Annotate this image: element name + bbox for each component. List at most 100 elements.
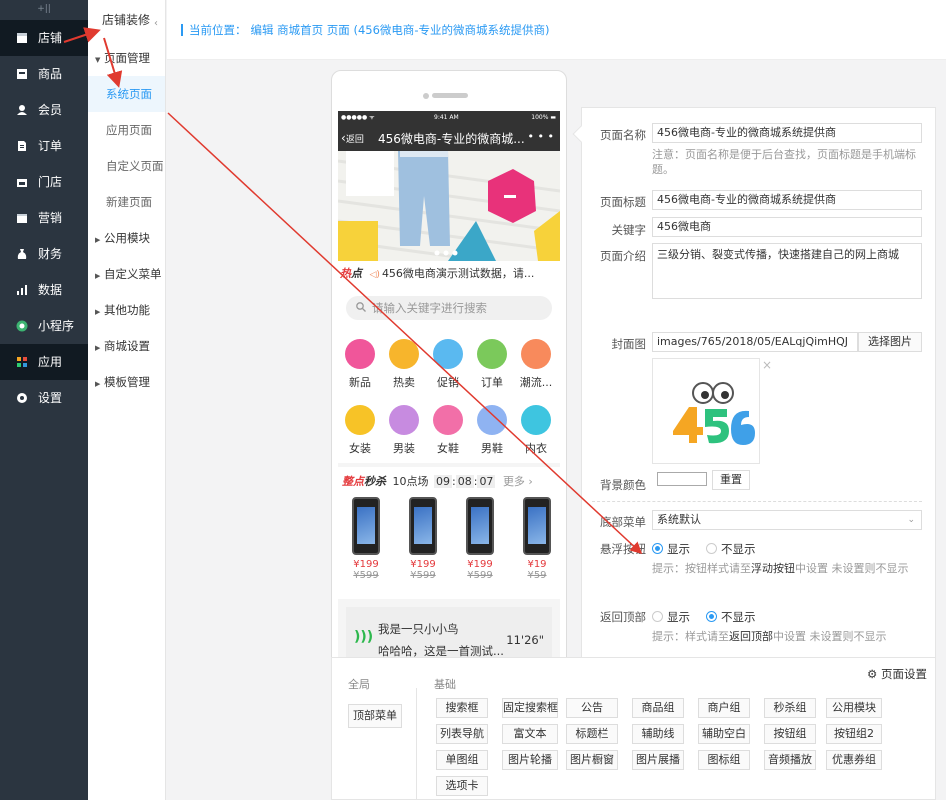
sidebar-item-label: 营销 xyxy=(38,211,63,225)
subnav-item-custom-pages[interactable]: 自定义页面 xyxy=(88,148,165,184)
back-to-top-link[interactable]: 返回顶部 xyxy=(729,630,773,643)
phone-nav-bar: ‹返回 456微电商-专业的微商城... • • • xyxy=(338,125,560,151)
banner-carousel[interactable] xyxy=(338,151,560,261)
intro-textarea[interactable]: 三级分销、裂变式传播，快速搭建自己的网上商城 xyxy=(652,243,922,299)
subnav-item-system-pages[interactable]: 系统页面 xyxy=(88,76,165,112)
top-hide-radio[interactable]: 不显示 xyxy=(706,609,756,625)
sidebar-item-shop[interactable]: 门店 xyxy=(0,164,88,200)
category-underwear[interactable]: 内衣 xyxy=(514,405,558,456)
remove-cover-icon[interactable]: × xyxy=(762,358,772,372)
sidebar-item-goods[interactable]: 商品 xyxy=(0,56,88,92)
keyword-input[interactable]: 456微电商 xyxy=(652,217,922,237)
component-button[interactable]: 商户组 xyxy=(698,698,750,718)
component-button[interactable]: 单图组 xyxy=(436,750,488,770)
category-womens-shoes[interactable]: 女鞋 xyxy=(426,405,470,456)
subnav-item-new-page[interactable]: 新建页面 xyxy=(88,184,165,220)
page-name-input[interactable]: 456微电商-专业的微商城系统提供商 xyxy=(652,123,922,143)
category-promo[interactable]: 促销 xyxy=(426,339,470,390)
sidebar-item-data[interactable]: 数据 xyxy=(0,272,88,308)
status-time: 9:41 AM xyxy=(434,114,459,121)
component-button[interactable]: 公用模块 xyxy=(826,698,882,718)
float-show-radio[interactable]: 显示 xyxy=(652,541,690,557)
category-womens[interactable]: 女装 xyxy=(338,405,382,456)
seckill-product[interactable]: ¥19 ¥59 xyxy=(515,497,559,581)
seckill-title-a: 整点 xyxy=(342,475,364,488)
component-button[interactable]: 按钮组2 xyxy=(826,724,882,744)
subnav-group-common-modules[interactable]: ▶ 公用模块 xyxy=(88,220,165,256)
choose-image-button[interactable]: 选择图片 xyxy=(858,332,922,352)
bg-color-swatch[interactable] xyxy=(657,472,707,486)
component-button[interactable]: 列表导航 xyxy=(436,724,488,744)
component-top-menu[interactable]: 顶部菜单 xyxy=(348,704,402,728)
top-show-radio[interactable]: 显示 xyxy=(652,609,690,625)
breadcrumb-path[interactable]: 编辑 商城首页 页面 (456微电商-专业的微商城系统提供商) xyxy=(251,23,550,37)
component-button[interactable]: 图标组 xyxy=(698,750,750,770)
component-button[interactable]: 辅助线 xyxy=(632,724,684,744)
sidebar-item-order[interactable]: 订单 xyxy=(0,128,88,164)
breadcrumb-label: 当前位置： xyxy=(189,23,247,37)
float-hide-radio[interactable]: 不显示 xyxy=(706,541,756,557)
back-button[interactable]: ‹返回 xyxy=(341,131,364,145)
notice-bar[interactable]: 热点 ◁) 456微电商演示测试数据，请... xyxy=(338,261,560,287)
sidebar-item-label: 财务 xyxy=(38,247,63,261)
component-button[interactable]: 辅助空白 xyxy=(698,724,750,744)
tag-icon xyxy=(433,339,463,369)
sidebar-item-marketing[interactable]: 营销 xyxy=(0,200,88,236)
category-new[interactable]: 新品 xyxy=(338,339,382,390)
sidebar-item-store[interactable]: 店铺 xyxy=(0,20,88,56)
component-button[interactable]: 图片橱窗 xyxy=(566,750,618,770)
category-orders[interactable]: 订单 xyxy=(470,339,514,390)
bottom-menu-select[interactable]: 系统默认 ⌄ xyxy=(652,510,922,530)
data-icon xyxy=(16,274,28,295)
subnav-group-other-functions[interactable]: ▶ 其他功能 xyxy=(88,292,165,328)
seckill-product[interactable]: ¥199 ¥599 xyxy=(458,497,502,581)
product-price: ¥199 xyxy=(353,559,379,570)
search-placeholder: 请输入关键字进行搜索 xyxy=(372,301,487,315)
component-button[interactable]: 商品组 xyxy=(632,698,684,718)
goods-icon xyxy=(16,58,28,79)
collapse-subnav-icon[interactable]: ‹ xyxy=(154,18,166,36)
seckill-product[interactable]: ¥199 ¥599 xyxy=(344,497,388,581)
component-button[interactable]: 公告 xyxy=(566,698,618,718)
component-button[interactable]: 图片展播 xyxy=(632,750,684,770)
product-price: ¥199 xyxy=(467,559,493,570)
reset-color-button[interactable]: 重置 xyxy=(712,470,750,490)
caret-right-icon: ▶ xyxy=(95,272,101,280)
component-button[interactable]: 按钮组 xyxy=(764,724,816,744)
category-hot[interactable]: 热卖 xyxy=(382,339,426,390)
sidebar-item-finance[interactable]: 财务 xyxy=(0,236,88,272)
subnav-group-template-management[interactable]: ▶ 模板管理 xyxy=(88,364,165,400)
page-title-input[interactable]: 456微电商-专业的微商城系统提供商 xyxy=(652,190,922,210)
sidebar-toggle[interactable]: +|| xyxy=(0,0,88,20)
category-mens[interactable]: 男装 xyxy=(382,405,426,456)
subnav-group-custom-menu[interactable]: ▶ 自定义菜单 xyxy=(88,256,165,292)
category-mens-shoes[interactable]: 男鞋 xyxy=(470,405,514,456)
subnav-item-app-pages[interactable]: 应用页面 xyxy=(88,112,165,148)
subnav-group-mall-settings[interactable]: ▶ 商城设置 xyxy=(88,328,165,364)
subnav-group-page-management[interactable]: ▼ 页面管理 xyxy=(88,40,165,76)
more-icon[interactable]: • • • xyxy=(528,130,554,143)
component-button[interactable]: 搜索框 xyxy=(436,698,488,718)
sidebar-item-label: 应用 xyxy=(38,355,63,369)
sidebar-item-settings[interactable]: 设置 xyxy=(0,380,88,416)
sidebar-item-miniprogram[interactable]: 小程序 xyxy=(0,308,88,344)
seckill-section: 整点秒杀 10点场 09:08:07 更多 › ¥199 ¥599 ¥199 ¥59… xyxy=(338,467,560,599)
component-button[interactable]: 优惠券组 xyxy=(826,750,882,770)
component-button[interactable]: 音频播放 xyxy=(764,750,816,770)
float-button-link[interactable]: 浮动按钮 xyxy=(751,562,795,575)
page-settings-button[interactable]: ⚙ 页面设置 xyxy=(867,666,927,682)
sidebar-item-label: 数据 xyxy=(38,283,63,297)
component-button[interactable]: 选项卡 xyxy=(436,776,488,796)
component-button[interactable]: 标题栏 xyxy=(566,724,618,744)
component-button[interactable]: 秒杀组 xyxy=(764,698,816,718)
component-button[interactable]: 富文本 xyxy=(502,724,558,744)
sidebar-item-member[interactable]: 会员 xyxy=(0,92,88,128)
component-button[interactable]: 固定搜索框 xyxy=(502,698,558,718)
component-button[interactable]: 图片轮播 xyxy=(502,750,558,770)
search-input[interactable]: 请输入关键字进行搜索 xyxy=(346,296,552,320)
seckill-product[interactable]: ¥199 ¥599 xyxy=(401,497,445,581)
seckill-more-link[interactable]: 更多 › xyxy=(503,475,533,488)
cover-path-input[interactable]: images/765/2018/05/EALqjQimHQJ xyxy=(652,332,858,352)
category-trend[interactable]: 潮流... xyxy=(514,339,558,390)
sidebar-item-apps[interactable]: 应用 xyxy=(0,344,88,380)
